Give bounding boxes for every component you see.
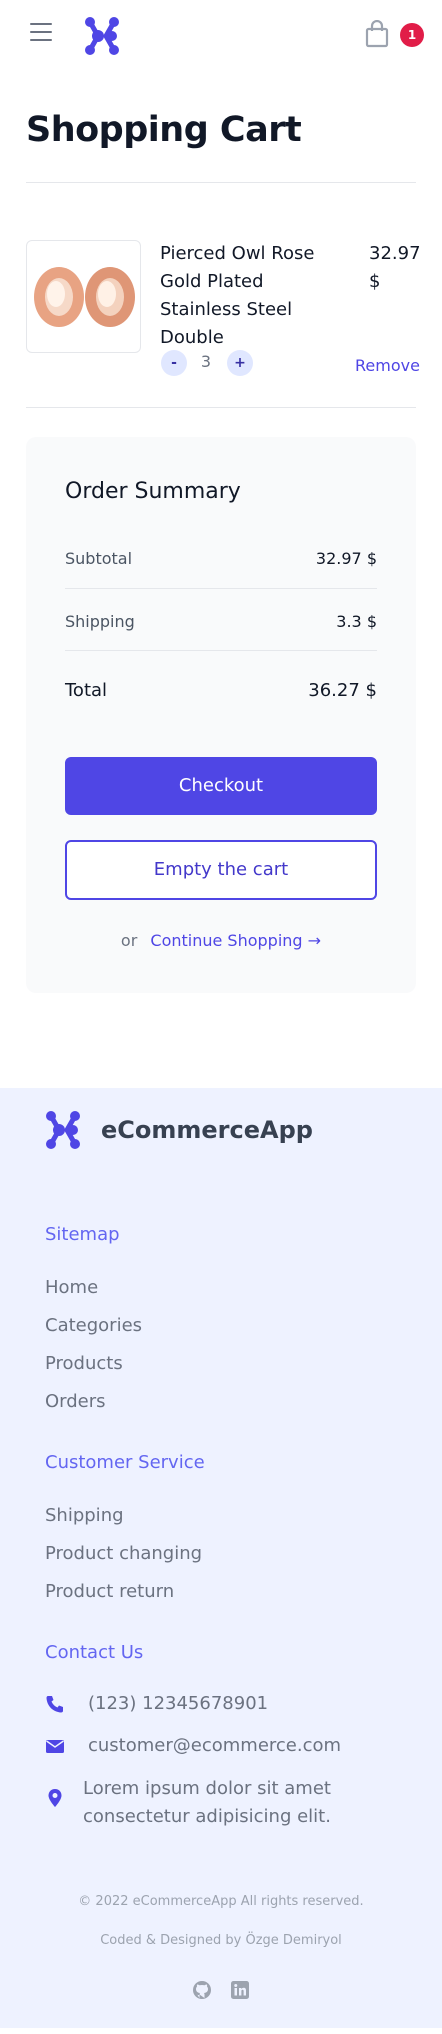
subtotal-value: 32.97 $ xyxy=(315,549,377,568)
empty-cart-button[interactable]: Empty the cart xyxy=(65,840,377,900)
footer-link-categories[interactable]: Categories xyxy=(45,1315,142,1336)
credits-text: Coded & Designed by Özge Demiryol xyxy=(100,1933,342,1948)
subtotal-row: Subtotal 32.97 $ xyxy=(65,549,377,568)
shipping-value: 3.3 $ xyxy=(336,612,377,631)
total-value: 36.27 $ xyxy=(308,680,377,701)
footer-link-orders[interactable]: Orders xyxy=(45,1391,106,1412)
quantity-value: 3 xyxy=(200,352,212,371)
github-icon[interactable] xyxy=(192,1980,212,2000)
total-row: Total 36.27 $ xyxy=(65,680,377,701)
mail-icon xyxy=(46,1740,64,1753)
continue-shopping-row: or Continue Shopping → xyxy=(26,931,416,950)
phone-icon xyxy=(46,1696,63,1713)
footer: eCommerceApp Sitemap Home Categories Pro… xyxy=(0,1088,442,2028)
product-name[interactable]: Pierced Owl Rose Gold Plated Stainless S… xyxy=(160,240,350,352)
linkedin-icon[interactable] xyxy=(230,1980,250,2000)
subtotal-label: Subtotal xyxy=(65,549,133,568)
contact-email[interactable]: customer@ecommerce.com xyxy=(88,1732,341,1760)
remove-item-link[interactable]: Remove xyxy=(355,356,420,375)
brand-logo[interactable] xyxy=(84,16,124,56)
footer-link-shipping[interactable]: Shipping xyxy=(45,1505,124,1526)
contact-heading: Contact Us xyxy=(45,1642,144,1663)
title-divider xyxy=(26,182,416,183)
quantity-increase-button[interactable]: + xyxy=(227,350,253,376)
footer-link-home[interactable]: Home xyxy=(45,1277,98,1298)
product-price: 32.97 $ xyxy=(369,243,421,292)
continue-shopping-link[interactable]: Continue Shopping → xyxy=(150,931,321,950)
sitemap-heading: Sitemap xyxy=(45,1224,120,1245)
quantity-decrease-button[interactable]: - xyxy=(161,350,187,376)
footer-brand-name[interactable]: eCommerceApp xyxy=(101,1116,313,1144)
shopping-bag-icon[interactable] xyxy=(364,20,390,48)
contact-address: Lorem ipsum dolor sit amet consectetur a… xyxy=(83,1778,331,1827)
shipping-label: Shipping xyxy=(65,612,135,631)
footer-link-product-changing[interactable]: Product changing xyxy=(45,1543,202,1564)
item-divider xyxy=(26,407,416,408)
product-image[interactable] xyxy=(26,240,141,353)
brand-logo[interactable] xyxy=(45,1110,85,1150)
page-title: Shopping Cart xyxy=(26,110,302,150)
top-navbar: 1 xyxy=(0,0,442,70)
order-summary-title: Order Summary xyxy=(65,479,241,504)
customer-service-heading: Customer Service xyxy=(45,1452,205,1473)
cart-count-badge[interactable]: 1 xyxy=(400,23,424,47)
hamburger-icon[interactable] xyxy=(30,23,52,43)
total-label: Total xyxy=(65,680,108,701)
copyright-text: © 2022 eCommerceApp All rights reserved. xyxy=(78,1894,364,1909)
or-text: or xyxy=(120,931,138,950)
shipping-row: Shipping 3.3 $ xyxy=(65,612,377,631)
checkout-button[interactable]: Checkout xyxy=(65,757,377,815)
summary-divider xyxy=(65,650,377,651)
footer-link-product-return[interactable]: Product return xyxy=(45,1581,174,1602)
location-pin-icon xyxy=(48,1789,62,1807)
summary-divider xyxy=(65,588,377,589)
contact-phone[interactable]: (123) 12345678901 xyxy=(88,1690,268,1718)
order-summary-panel: Order Summary Subtotal 32.97 $ Shipping … xyxy=(26,437,416,993)
footer-link-products[interactable]: Products xyxy=(45,1353,123,1374)
